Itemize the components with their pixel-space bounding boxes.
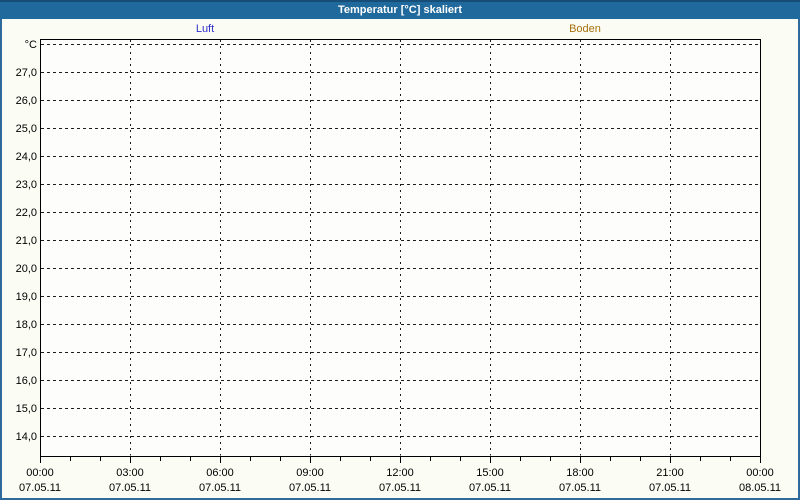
y-tick-label: 16,0 bbox=[16, 375, 37, 387]
chart-window: Temperatur [°C] skaliert Luft Boden °C 27… bbox=[0, 0, 800, 500]
legend-item-boden: Boden bbox=[569, 23, 601, 35]
x-tick-time-label: 09:00 bbox=[296, 467, 324, 479]
chart-title-bar: Temperatur [°C] skaliert bbox=[0, 0, 800, 19]
x-tick-date-label: 07.05.11 bbox=[109, 482, 151, 494]
y-axis-unit-label: °C bbox=[25, 39, 37, 51]
y-tick-label: 14,0 bbox=[16, 431, 37, 443]
y-tick-label: 22,0 bbox=[16, 207, 37, 219]
x-tick-date-label: 07.05.11 bbox=[289, 482, 331, 494]
x-tick-date-label: 07.05.11 bbox=[379, 482, 421, 494]
x-tick-date-label: 07.05.11 bbox=[559, 482, 601, 494]
x-tick-date-label: 07.05.11 bbox=[199, 482, 241, 494]
chart-legend: Luft Boden bbox=[0, 19, 800, 39]
x-tick-time-label: 06:00 bbox=[206, 467, 234, 479]
y-tick-label: 24,0 bbox=[16, 151, 37, 163]
x-tick-date-label: 07.05.11 bbox=[19, 482, 61, 494]
legend-item-luft: Luft bbox=[195, 23, 215, 35]
x-tick-time-label: 03:00 bbox=[116, 467, 144, 479]
y-tick-label: 21,0 bbox=[16, 235, 37, 247]
y-tick-label: 23,0 bbox=[16, 179, 37, 191]
x-tick-time-label: 12:00 bbox=[386, 467, 414, 479]
y-tick-label: 19,0 bbox=[16, 291, 37, 303]
x-tick-date-label: 07.05.11 bbox=[649, 482, 691, 494]
y-tick-label: 15,0 bbox=[16, 403, 37, 415]
y-tick-label: 25,0 bbox=[16, 123, 37, 135]
x-tick-time-label: 21:00 bbox=[656, 467, 684, 479]
x-tick-time-label: 00:00 bbox=[26, 467, 54, 479]
plot-area: °C 27,0 26,0 25,0 24,0 23,0 22,0 21,0 20,0 19,0 18… bbox=[16, 39, 781, 494]
x-tick-date-label: 08.05.11 bbox=[739, 482, 781, 494]
x-tick-time-label: 00:00 bbox=[746, 467, 774, 479]
x-tick-time-label: 18:00 bbox=[566, 467, 594, 479]
y-tick-label: 26,0 bbox=[16, 95, 37, 107]
y-tick-label: 27,0 bbox=[16, 67, 37, 79]
y-tick-label: 17,0 bbox=[16, 347, 37, 359]
y-tick-label: 18,0 bbox=[16, 319, 37, 331]
x-tick-time-label: 15:00 bbox=[476, 467, 504, 479]
y-tick-label: 20,0 bbox=[16, 263, 37, 275]
x-tick-date-label: 07.05.11 bbox=[469, 482, 511, 494]
